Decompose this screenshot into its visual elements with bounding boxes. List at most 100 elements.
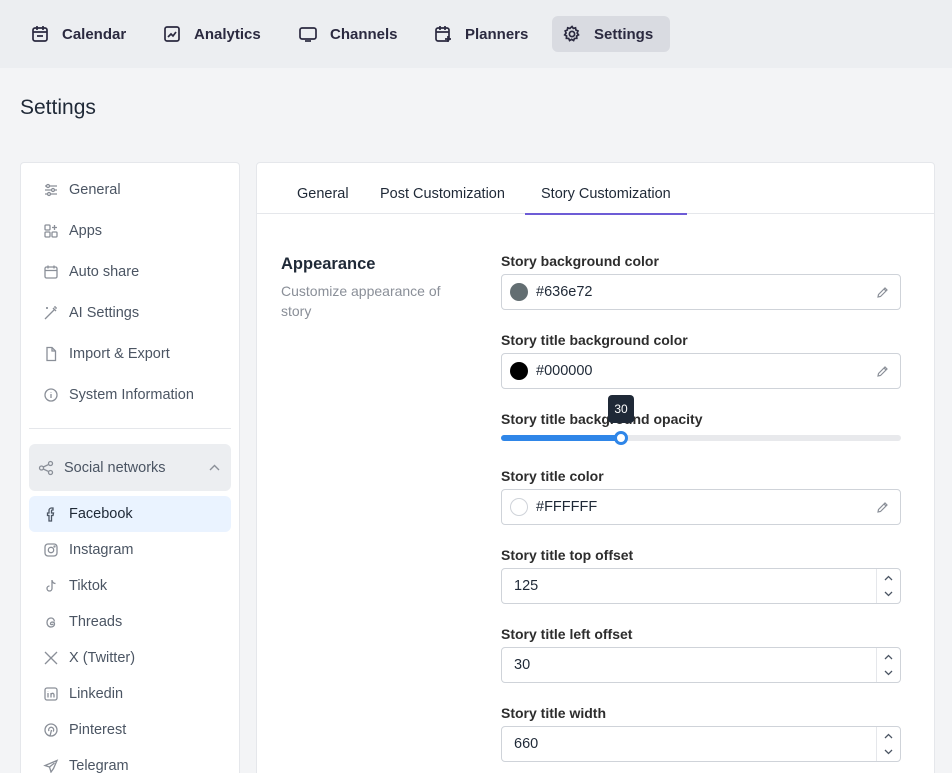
chevron-down-icon[interactable] (883, 588, 894, 599)
sidebar-item-label: Instagram (69, 542, 134, 558)
sidebar-item-label: Telegram (69, 758, 129, 773)
share-icon (38, 460, 54, 476)
chevron-up-icon (208, 461, 221, 474)
slider-value-tooltip: 30 (608, 395, 634, 423)
number-value: 30 (514, 657, 531, 673)
nav-label: Analytics (194, 25, 261, 43)
nav-calendar[interactable]: Calendar (20, 16, 136, 52)
sliders-icon (43, 182, 59, 198)
tiktok-icon (43, 578, 59, 594)
magic-wand-icon (43, 305, 59, 321)
page-title: Settings (20, 96, 96, 119)
number-value: 660 (514, 736, 539, 752)
nav-analytics[interactable]: Analytics (152, 16, 271, 52)
sidebar-item-label: Apps (69, 223, 103, 239)
sidebar-item-threads[interactable]: Threads (43, 610, 122, 634)
field-label: Story title background opacity (501, 411, 703, 427)
slider-thumb[interactable] (614, 431, 628, 445)
section-description: Customize appearance of story (281, 283, 441, 319)
sidebar-item-ai-settings[interactable]: AI Settings (43, 301, 139, 325)
sidebar-item-label: Auto share (69, 264, 140, 280)
story-title-background-color-input[interactable]: #000000 (501, 353, 901, 389)
pencil-icon[interactable] (876, 501, 889, 514)
nav-planners[interactable]: Planners (423, 16, 538, 52)
sidebar-item-label: General (69, 182, 121, 198)
sidebar-item-import-export[interactable]: Import & Export (43, 342, 170, 366)
top-navigation: Calendar Analytics Channels Planners Set… (0, 0, 952, 68)
number-stepper (876, 648, 900, 682)
story-title-top-offset-input[interactable]: 125 (501, 568, 901, 604)
tab-post-customization[interactable]: Post Customization (364, 163, 521, 214)
chevron-down-icon[interactable] (883, 667, 894, 678)
nav-label: Channels (330, 25, 398, 43)
sidebar-item-label: X (Twitter) (69, 650, 136, 666)
field-label: Story title left offset (501, 626, 633, 642)
sidebar-item-general[interactable]: General (43, 178, 121, 202)
apps-icon (43, 223, 59, 239)
file-icon (43, 346, 59, 362)
nav-label: Settings (594, 25, 654, 43)
chevron-up-icon[interactable] (883, 652, 894, 663)
story-title-left-offset-input[interactable]: 30 (501, 647, 901, 683)
story-background-color-input[interactable]: #636e72 (501, 274, 901, 310)
color-swatch[interactable] (510, 498, 528, 516)
social-networks-label: Social networks (64, 459, 166, 476)
sidebar-item-auto-share[interactable]: Auto share (43, 260, 139, 284)
tab-bar: General Post Customization Story Customi… (257, 163, 934, 215)
telegram-icon (43, 758, 59, 773)
sidebar-item-linkedin[interactable]: Linkedin (43, 682, 123, 706)
field-label: Story title color (501, 468, 604, 484)
sidebar-item-telegram[interactable]: Telegram (43, 754, 129, 773)
nav-label: Calendar (62, 25, 127, 43)
slider-fill (501, 435, 621, 441)
calendar-icon (30, 24, 50, 44)
settings-sidebar: General Apps Auto share AI Settings Impo… (20, 162, 240, 773)
sidebar-item-system-information[interactable]: System Information (43, 383, 194, 407)
opacity-slider[interactable]: 30 (501, 395, 901, 445)
chevron-up-icon[interactable] (883, 573, 894, 584)
settings-panel: General Post Customization Story Customi… (256, 162, 935, 773)
sidebar-divider (29, 428, 231, 429)
field-label: Story title top offset (501, 547, 634, 563)
number-stepper (876, 569, 900, 603)
facebook-icon (43, 506, 59, 522)
sidebar-item-label: Import & Export (69, 346, 170, 362)
section-title: Appearance (281, 255, 376, 273)
tab-story-customization[interactable]: Story Customization (525, 163, 687, 215)
field-label: Story background color (501, 253, 659, 269)
sidebar-item-instagram[interactable]: Instagram (43, 538, 133, 562)
color-swatch[interactable] (510, 283, 528, 301)
sidebar-item-facebook[interactable]: Facebook (29, 496, 231, 532)
sidebar-item-label: System Information (69, 387, 194, 403)
monitor-icon (298, 24, 318, 44)
nav-label: Planners (465, 25, 529, 43)
sidebar-item-pinterest[interactable]: Pinterest (43, 718, 126, 742)
threads-icon (43, 614, 59, 630)
story-title-width-input[interactable]: 660 (501, 726, 901, 762)
sidebar-item-tiktok[interactable]: Tiktok (43, 574, 107, 598)
chevron-up-icon[interactable] (883, 731, 894, 742)
nav-settings[interactable]: Settings (552, 16, 670, 52)
sidebar-item-label: Facebook (69, 506, 133, 522)
color-value: #FFFFFF (536, 499, 598, 515)
pencil-icon[interactable] (876, 286, 889, 299)
story-title-color-input[interactable]: #FFFFFF (501, 489, 901, 525)
sidebar-item-apps[interactable]: Apps (43, 219, 102, 243)
x-icon (43, 650, 59, 666)
tab-general[interactable]: General (281, 163, 365, 214)
pencil-icon[interactable] (876, 365, 889, 378)
sidebar-item-x-twitter[interactable]: X (Twitter) (43, 646, 135, 670)
sidebar-item-label: Threads (69, 614, 123, 630)
sidebar-item-label: AI Settings (69, 305, 140, 321)
info-icon (43, 387, 59, 403)
color-swatch[interactable] (510, 362, 528, 380)
nav-channels[interactable]: Channels (288, 16, 408, 52)
chevron-down-icon[interactable] (883, 746, 894, 757)
number-value: 125 (514, 578, 539, 594)
number-stepper (876, 727, 900, 761)
chart-icon (162, 24, 182, 44)
social-networks-toggle[interactable]: Social networks (29, 444, 231, 491)
sidebar-item-label: Linkedin (69, 686, 124, 702)
color-value: #636e72 (536, 284, 593, 300)
field-label: Story title width (501, 705, 606, 721)
